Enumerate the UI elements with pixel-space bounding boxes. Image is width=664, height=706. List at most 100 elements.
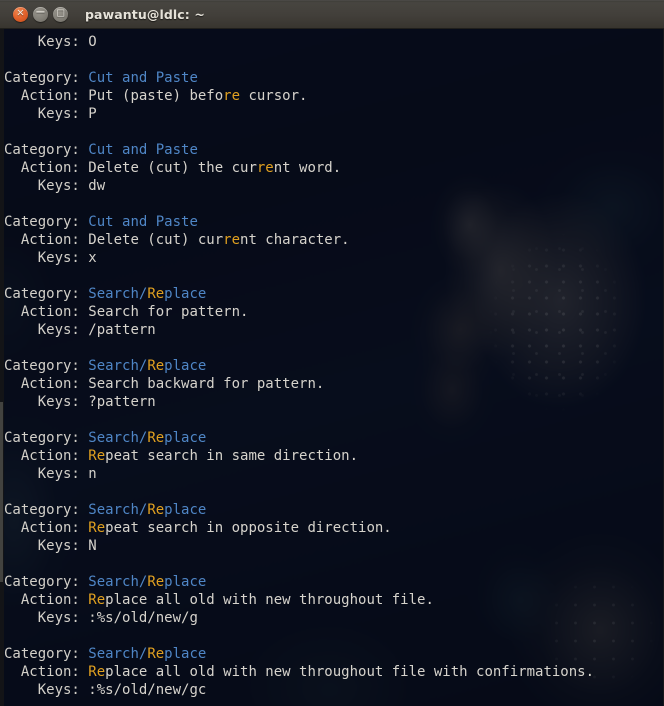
terminal-line-category: Category: Search/Replace <box>4 357 664 375</box>
terminal-line-action: Action: Repeat search in opposite direct… <box>4 519 664 537</box>
text-run: nt word. <box>273 160 342 176</box>
terminal-line-category: Category: Cut and Paste <box>4 213 664 231</box>
text-run: Search backward for pattern. <box>88 376 325 392</box>
action-label: Action: <box>4 304 89 320</box>
search-match: Re <box>147 286 165 302</box>
terminal-line-keys: Keys: O <box>4 33 664 51</box>
category-label: Category: <box>4 646 89 662</box>
keys-value: dw <box>88 178 106 194</box>
action-label: Action: <box>4 520 89 536</box>
keys-label: Keys: <box>4 250 89 266</box>
text-run: Search/ <box>88 502 148 518</box>
window-controls: × − □ <box>13 4 68 22</box>
category-label: Category: <box>4 142 89 158</box>
keys-value: O <box>88 34 97 50</box>
terminal-line-keys: Keys: n <box>4 465 664 483</box>
action-label: Action: <box>4 232 89 248</box>
action-label: Action: <box>4 88 89 104</box>
text-run: Cut and Paste <box>88 214 198 230</box>
search-match: Re <box>88 592 106 608</box>
terminal-line-category: Category: Search/Replace <box>4 285 664 303</box>
text-run: cursor. <box>240 88 308 104</box>
terminal-output[interactable]: Keys: O Category: Cut and Paste Action: P… <box>4 28 664 706</box>
terminal-line-keys: Keys: :%s/old/new/gc <box>4 681 664 699</box>
search-match: re <box>256 160 274 176</box>
terminal-line-category: Category: Search/Replace <box>4 501 664 519</box>
window-titlebar[interactable]: × − □ pawantu@ldlc: ~ <box>0 0 664 29</box>
terminal-line-keys: Keys: /pattern <box>4 321 664 339</box>
terminal-line-action: Action: Search for pattern. <box>4 303 664 321</box>
keys-label: Keys: <box>4 322 89 338</box>
terminal-line-action: Action: Delete (cut) the current word. <box>4 159 664 177</box>
terminal-line-category: Category: Search/Replace <box>4 645 664 663</box>
category-label: Category: <box>4 502 89 518</box>
close-button[interactable]: × <box>13 6 28 22</box>
text-run: nt character. <box>240 232 350 248</box>
text-run: place <box>164 574 207 590</box>
category-label: Category: <box>4 70 89 86</box>
text-run: Search/ <box>88 430 148 446</box>
search-match: Re <box>88 448 106 464</box>
keys-label: Keys: <box>4 106 89 122</box>
close-icon: × <box>16 7 25 19</box>
search-match: Re <box>88 520 106 536</box>
action-label: Action: <box>4 664 89 680</box>
terminal-line-category: Category: Cut and Paste <box>4 141 664 159</box>
text-run: place <box>164 646 207 662</box>
action-label: Action: <box>4 448 89 464</box>
terminal-line-keys: Keys: P <box>4 105 664 123</box>
keys-label: Keys: <box>4 178 89 194</box>
text-run: peat search in same direction. <box>105 448 359 464</box>
text-run: Search/ <box>88 574 148 590</box>
minimize-button[interactable]: − <box>33 4 48 22</box>
text-run: place <box>164 430 207 446</box>
keys-value: n <box>88 466 97 482</box>
text-run: peat search in opposite direction. <box>105 520 392 536</box>
window-title: pawantu@ldlc: ~ <box>85 6 205 22</box>
keys-value: N <box>88 538 97 554</box>
keys-label: Keys: <box>4 394 89 410</box>
keys-value: P <box>88 106 97 122</box>
terminal-line-keys: Keys: ?pattern <box>4 393 664 411</box>
terminal-line-keys: Keys: dw <box>4 177 664 195</box>
search-match: Re <box>147 574 165 590</box>
search-match: re <box>223 232 241 248</box>
terminal-scrollbar[interactable] <box>0 402 3 582</box>
minimize-icon: − <box>35 4 46 20</box>
terminal-line-keys: Keys: :%s/old/new/g <box>4 609 664 627</box>
text-run: Search/ <box>88 358 148 374</box>
category-label: Category: <box>4 286 89 302</box>
maximize-button[interactable]: □ <box>53 6 68 22</box>
search-match: Re <box>147 502 165 518</box>
keys-value: :%s/old/new/g <box>88 610 198 626</box>
text-run: Search/ <box>88 646 148 662</box>
keys-label: Keys: <box>4 610 89 626</box>
action-label: Action: <box>4 376 89 392</box>
text-run: place all old with new throughout file w… <box>105 664 595 680</box>
search-match: Re <box>147 358 165 374</box>
terminal-line-category: Category: Search/Replace <box>4 429 664 447</box>
terminal-line-action: Action: Replace all old with new through… <box>4 591 664 609</box>
text-run: Search for pattern. <box>88 304 249 320</box>
search-match: Re <box>147 430 165 446</box>
text-run: place all old with new throughout file. <box>105 592 434 608</box>
search-match: re <box>223 88 241 104</box>
search-match: Re <box>88 664 106 680</box>
terminal-line-action: Action: Put (paste) before cursor. <box>4 87 664 105</box>
terminal-line-action: Action: Repeat search in same direction. <box>4 447 664 465</box>
keys-label: Keys: <box>4 466 89 482</box>
category-label: Category: <box>4 358 89 374</box>
terminal-window: × − □ pawantu@ldlc: ~ Keys: O Category: C… <box>0 0 664 706</box>
text-run: Delete (cut) the cur <box>88 160 257 176</box>
terminal-line-category: Category: Search/Replace <box>4 573 664 591</box>
keys-value: /pattern <box>88 322 156 338</box>
terminal-line-action: Action: Search backward for pattern. <box>4 375 664 393</box>
keys-value: :%s/old/new/gc <box>88 682 207 698</box>
text-run: Delete (cut) cur <box>88 232 224 248</box>
